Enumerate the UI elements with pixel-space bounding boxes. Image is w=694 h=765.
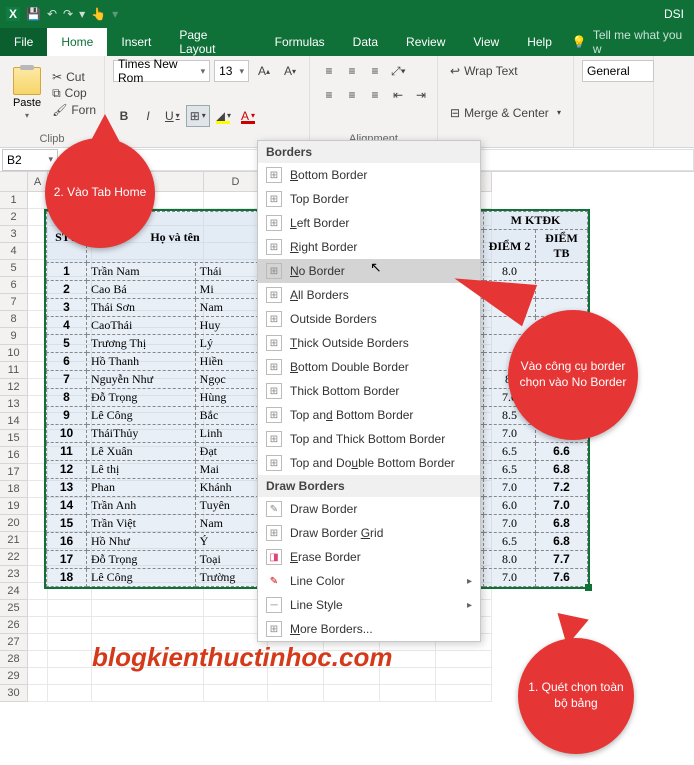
group-alignment: ≡ ≡ ≡ ⤢▾ ≡ ≡ ≡ ⇤ ⇥ Alignment <box>310 56 438 147</box>
cursor-icon: ↖ <box>370 259 382 276</box>
number-format-combo[interactable]: General <box>582 60 654 82</box>
indent-dec-button[interactable]: ⇤ <box>387 84 409 106</box>
border-left[interactable]: ⊞Left Border <box>258 211 480 235</box>
borders-button[interactable]: ⊞▾ <box>186 105 210 127</box>
callout-select-table: 1. Quét chọn toàn bộ bảng <box>518 638 634 754</box>
scissors-icon: ✂ <box>52 70 62 84</box>
orientation-button[interactable]: ⤢▾ <box>387 60 410 82</box>
tab-data[interactable]: Data <box>339 28 392 56</box>
save-icon[interactable]: 💾 <box>26 7 41 21</box>
border-erase[interactable]: ◨Erase Border <box>258 545 480 569</box>
font-size-combo[interactable]: 13▾ <box>214 60 249 82</box>
tab-review[interactable]: Review <box>392 28 459 56</box>
align-center-button[interactable]: ≡ <box>341 84 363 106</box>
file-name: DSI <box>664 7 684 21</box>
tab-view[interactable]: View <box>459 28 513 56</box>
qat-more-icon[interactable]: ▾ <box>79 7 85 21</box>
borders-dropdown: Borders ⊞Bottom Border⊞Top Border⊞Left B… <box>257 140 481 642</box>
border-bottom[interactable]: ⊞Bottom Border <box>258 163 480 187</box>
tell-me[interactable]: 💡Tell me what you w <box>572 28 694 56</box>
tab-file[interactable]: File <box>0 28 47 56</box>
ribbon-tabs: File Home Insert Page Layout Formulas Da… <box>0 28 694 56</box>
border-draw[interactable]: ✎Draw Border <box>258 497 480 521</box>
row-headers[interactable]: 1234567891011121314151617181920212223242… <box>0 192 28 702</box>
borders-header: Borders <box>258 141 480 163</box>
border-grid[interactable]: ⊞Draw Border Grid <box>258 521 480 545</box>
touch-icon[interactable]: 👆 <box>91 7 106 21</box>
tab-insert[interactable]: Insert <box>107 28 165 56</box>
select-all-corner[interactable] <box>0 172 28 192</box>
italic-button[interactable]: I <box>137 105 159 127</box>
callout-no-border: Vào công cụ border chọn vào No Border <box>508 310 638 440</box>
draw-borders-header: Draw Borders <box>258 475 480 497</box>
align-left-button[interactable]: ≡ <box>318 84 340 106</box>
copy-icon: ⧉ <box>52 86 61 101</box>
align-middle-button[interactable]: ≡ <box>341 60 363 82</box>
font-color-button[interactable]: A▾ <box>237 105 259 127</box>
border-style[interactable]: ─Line Style▸ <box>258 593 480 617</box>
border-color[interactable]: ✎Line Color▸ <box>258 569 480 593</box>
merge-icon: ⊟ <box>450 106 460 120</box>
qat-sep: ▾ <box>112 7 118 21</box>
border-outside[interactable]: ⊞Outside Borders <box>258 307 480 331</box>
merge-center-button[interactable]: ⊟Merge & Center▾ <box>446 102 565 124</box>
border-thick-out[interactable]: ⊞Thick Outside Borders <box>258 331 480 355</box>
brush-icon: 🖌 <box>52 103 67 117</box>
group-number: General <box>574 56 654 147</box>
border-all[interactable]: ⊞All Borders <box>258 283 480 307</box>
watermark: blogkienthuctinhoc.com <box>92 642 392 673</box>
paste-button[interactable]: Paste ▾ <box>8 60 46 126</box>
bulb-icon: 💡 <box>572 35 587 49</box>
svg-text:X: X <box>9 7 17 21</box>
redo-icon[interactable]: ↷ <box>63 7 73 21</box>
group-font: Times New Rom▾ 13▾ A▴ A▾ B I U▾ ⊞▾ ◢▾ A▾ <box>105 56 310 147</box>
wrap-icon: ↩ <box>450 64 460 78</box>
border-thick-bottom[interactable]: ⊞Thick Bottom Border <box>258 379 480 403</box>
tab-formulas[interactable]: Formulas <box>261 28 339 56</box>
border-dbl-bottom[interactable]: ⊞Bottom Double Border <box>258 355 480 379</box>
excel-icon: X <box>4 5 22 23</box>
undo-icon[interactable]: ↶ <box>47 7 57 21</box>
tab-help[interactable]: Help <box>513 28 566 56</box>
title-bar: X 💾 ↶ ↷ ▾ 👆 ▾ DSI <box>0 0 694 28</box>
cut-button[interactable]: ✂Cut <box>52 70 96 84</box>
border-top-bottom[interactable]: ⊞Top and Bottom Border <box>258 403 480 427</box>
border-icon: ⊞ <box>190 109 200 123</box>
border-top-dbl[interactable]: ⊞Top and Double Bottom Border <box>258 451 480 475</box>
wrap-text-button[interactable]: ↩Wrap Text <box>446 60 565 82</box>
name-box[interactable]: B2▾ <box>2 149 58 171</box>
align-top-button[interactable]: ≡ <box>318 60 340 82</box>
align-bottom-button[interactable]: ≡ <box>364 60 386 82</box>
align-right-button[interactable]: ≡ <box>364 84 386 106</box>
tab-page-layout[interactable]: Page Layout <box>165 28 260 56</box>
underline-button[interactable]: U▾ <box>161 105 184 127</box>
selection-handle[interactable] <box>585 584 592 591</box>
shrink-font-button[interactable]: A▾ <box>279 60 301 82</box>
callout-tab-home: 2. Vào Tab Home <box>45 138 155 248</box>
font-name-combo[interactable]: Times New Rom▾ <box>113 60 210 82</box>
border-top[interactable]: ⊞Top Border <box>258 187 480 211</box>
copy-button[interactable]: ⧉Cop <box>52 86 96 101</box>
indent-inc-button[interactable]: ⇥ <box>410 84 432 106</box>
grow-font-button[interactable]: A▴ <box>253 60 275 82</box>
clipboard-icon <box>13 67 41 95</box>
fill-color-button[interactable]: ◢▾ <box>212 105 235 127</box>
border-right[interactable]: ⊞Right Border <box>258 235 480 259</box>
border-none[interactable]: ⊞No Border <box>258 259 480 283</box>
border-more[interactable]: ⊞More Borders... <box>258 617 480 641</box>
border-top-thick[interactable]: ⊞Top and Thick Bottom Border <box>258 427 480 451</box>
tab-home[interactable]: Home <box>47 28 107 56</box>
group-wrap: ↩Wrap Text ⊟Merge & Center▾ <box>438 56 574 147</box>
